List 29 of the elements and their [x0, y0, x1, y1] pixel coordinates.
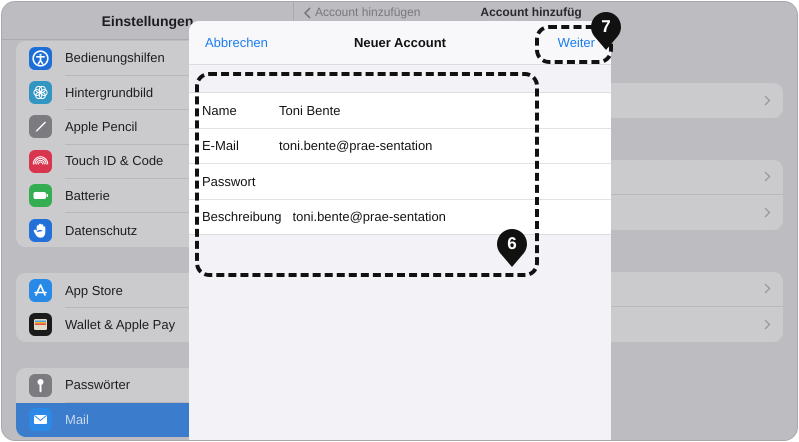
chevron-icon [764, 318, 771, 330]
input-field[interactable]: toni.bente@prae-sentation [279, 128, 611, 163]
chevron-icon [764, 206, 771, 218]
back-chevron-icon[interactable] [304, 7, 311, 19]
chevron-icon [764, 283, 771, 294]
field-label: E-Mail [202, 138, 240, 154]
page-title: Account hinzufüg [480, 5, 582, 19]
settings-label: Bedienungshilfen [65, 50, 165, 66]
settings-label: Hintergrundbild [65, 84, 154, 100]
field-label: Beschreibung [202, 209, 282, 224]
chevron-icon [764, 94, 771, 106]
cancel-button[interactable]: Abbrechen [205, 35, 268, 50]
sidebar-title: Einstellungen [102, 12, 194, 28]
settings-label: App Store [65, 282, 123, 298]
input-field[interactable]: Toni Bente [279, 93, 611, 128]
settings-label: Batterie [65, 188, 110, 203]
sheet-title: Neuer Account [354, 35, 446, 50]
chevron-icon [764, 171, 771, 182]
callout-badge: 6 [496, 228, 528, 268]
settings-row[interactable]: Wallet & Apple Pay [16, 308, 293, 342]
settings-label: Datenschutz [65, 222, 138, 238]
field-label: Passwort [202, 174, 256, 189]
settings-label: Touch ID & Code [65, 153, 164, 168]
settings-label: Apple Pencil [65, 118, 138, 134]
field-label: Name [202, 102, 238, 118]
settings-label: Wallet & Apple Pay [65, 317, 176, 332]
next-button[interactable]: Weiter [558, 35, 595, 50]
settings-label: Passwörter [65, 377, 130, 392]
settings-label: Mail [65, 412, 89, 428]
